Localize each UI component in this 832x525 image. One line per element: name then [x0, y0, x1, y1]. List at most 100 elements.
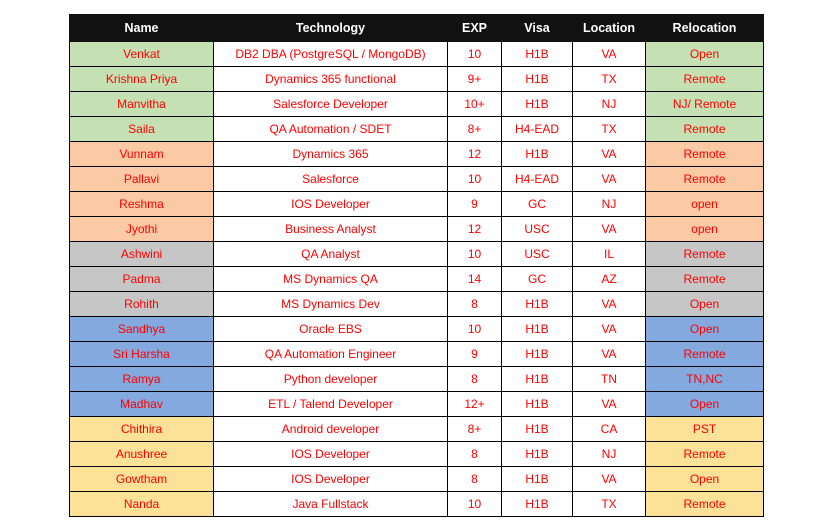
cell-location[interactable]: CA — [572, 416, 646, 442]
cell-name[interactable]: Madhav — [69, 391, 214, 417]
cell-location[interactable]: TX — [572, 116, 646, 142]
cell-exp[interactable]: 10 — [447, 316, 502, 342]
cell-location[interactable]: TX — [572, 66, 646, 92]
cell-technology[interactable]: Oracle EBS — [213, 316, 448, 342]
column-header-name[interactable]: Name — [69, 14, 214, 42]
cell-name[interactable]: Nanda — [69, 491, 214, 517]
table-row[interactable]: Ramya Python developer 8 H1B TN TN,NC — [69, 366, 764, 392]
column-header-technology[interactable]: Technology — [213, 14, 448, 42]
table-row[interactable]: Ashwini QA Analyst 10 USC IL Remote — [69, 241, 764, 267]
cell-relocation[interactable]: Remote — [645, 166, 764, 192]
table-row[interactable]: Sandhya Oracle EBS 10 H1B VA Open — [69, 316, 764, 342]
table-row[interactable]: Reshma IOS Developer 9 GC NJ open — [69, 191, 764, 217]
cell-technology[interactable]: QA Analyst — [213, 241, 448, 267]
table-row[interactable]: Padma MS Dynamics QA 14 GC AZ Remote — [69, 266, 764, 292]
cell-name[interactable]: Sandhya — [69, 316, 214, 342]
cell-exp[interactable]: 9 — [447, 341, 502, 367]
cell-visa[interactable]: H1B — [501, 441, 573, 467]
cell-visa[interactable]: H1B — [501, 416, 573, 442]
cell-name[interactable]: Jyothi — [69, 216, 214, 242]
cell-technology[interactable]: IOS Developer — [213, 441, 448, 467]
candidate-hotlist-table[interactable]: Name Technology EXP Visa Location Reloca… — [69, 14, 764, 517]
cell-exp[interactable]: 10 — [447, 241, 502, 267]
cell-visa[interactable]: H1B — [501, 291, 573, 317]
cell-visa[interactable]: USC — [501, 241, 573, 267]
cell-technology[interactable]: IOS Developer — [213, 466, 448, 492]
cell-relocation[interactable]: TN,NC — [645, 366, 764, 392]
cell-exp[interactable]: 14 — [447, 266, 502, 292]
cell-visa[interactable]: H1B — [501, 366, 573, 392]
table-row[interactable]: Krishna Priya Dynamics 365 functional 9+ H1… — [69, 66, 764, 92]
cell-relocation[interactable]: Remote — [645, 441, 764, 467]
cell-relocation[interactable]: Remote — [645, 341, 764, 367]
cell-exp[interactable]: 12+ — [447, 391, 502, 417]
cell-name[interactable]: Pallavi — [69, 166, 214, 192]
cell-technology[interactable]: QA Automation / SDET — [213, 116, 448, 142]
cell-name[interactable]: Manvitha — [69, 91, 214, 117]
cell-technology[interactable]: Salesforce Developer — [213, 91, 448, 117]
cell-relocation[interactable]: PST — [645, 416, 764, 442]
cell-location[interactable]: VA — [572, 316, 646, 342]
cell-location[interactable]: VA — [572, 41, 646, 67]
cell-exp[interactable]: 10 — [447, 491, 502, 517]
cell-technology[interactable]: IOS Developer — [213, 191, 448, 217]
table-row[interactable]: Manvitha Salesforce Developer 10+ H1B NJ NJ/ … — [69, 91, 764, 117]
cell-technology[interactable]: Salesforce — [213, 166, 448, 192]
cell-name[interactable]: Reshma — [69, 191, 214, 217]
cell-exp[interactable]: 8 — [447, 291, 502, 317]
cell-relocation[interactable]: Open — [645, 316, 764, 342]
cell-location[interactable]: VA — [572, 391, 646, 417]
cell-exp[interactable]: 10+ — [447, 91, 502, 117]
cell-name[interactable]: Ashwini — [69, 241, 214, 267]
cell-location[interactable]: TX — [572, 491, 646, 517]
cell-visa[interactable]: H4-EAD — [501, 166, 573, 192]
cell-exp[interactable]: 8 — [447, 441, 502, 467]
cell-name[interactable]: Padma — [69, 266, 214, 292]
column-header-exp[interactable]: EXP — [447, 14, 502, 42]
column-header-location[interactable]: Location — [572, 14, 646, 42]
cell-name[interactable]: Ramya — [69, 366, 214, 392]
cell-technology[interactable]: Business Analyst — [213, 216, 448, 242]
cell-technology[interactable]: DB2 DBA (PostgreSQL / MongoDB) — [213, 41, 448, 67]
cell-technology[interactable]: Python developer — [213, 366, 448, 392]
cell-relocation[interactable]: Remote — [645, 241, 764, 267]
cell-location[interactable]: VA — [572, 166, 646, 192]
cell-relocation[interactable]: Remote — [645, 116, 764, 142]
table-row[interactable]: Anushree IOS Developer 8 H1B NJ Remote — [69, 441, 764, 467]
cell-technology[interactable]: Dynamics 365 — [213, 141, 448, 167]
cell-technology[interactable]: MS Dynamics QA — [213, 266, 448, 292]
cell-relocation[interactable]: Remote — [645, 66, 764, 92]
cell-visa[interactable]: GC — [501, 191, 573, 217]
cell-name[interactable]: Anushree — [69, 441, 214, 467]
cell-visa[interactable]: H1B — [501, 341, 573, 367]
cell-exp[interactable]: 10 — [447, 41, 502, 67]
cell-location[interactable]: VA — [572, 216, 646, 242]
column-header-relocation[interactable]: Relocation — [645, 14, 764, 42]
cell-location[interactable]: NJ — [572, 91, 646, 117]
cell-location[interactable]: IL — [572, 241, 646, 267]
cell-exp[interactable]: 12 — [447, 141, 502, 167]
cell-relocation[interactable]: open — [645, 191, 764, 217]
cell-location[interactable]: VA — [572, 341, 646, 367]
table-row[interactable]: Rohith MS Dynamics Dev 8 H1B VA Open — [69, 291, 764, 317]
cell-visa[interactable]: H1B — [501, 91, 573, 117]
cell-relocation[interactable]: NJ/ Remote — [645, 91, 764, 117]
cell-technology[interactable]: MS Dynamics Dev — [213, 291, 448, 317]
table-row[interactable]: Jyothi Business Analyst 12 USC VA open — [69, 216, 764, 242]
cell-relocation[interactable]: Open — [645, 291, 764, 317]
cell-exp[interactable]: 8+ — [447, 116, 502, 142]
cell-visa[interactable]: USC — [501, 216, 573, 242]
cell-location[interactable]: AZ — [572, 266, 646, 292]
table-row[interactable]: Pallavi Salesforce 10 H4-EAD VA Remote — [69, 166, 764, 192]
table-row[interactable]: Madhav ETL / Talend Developer 12+ H1B VA Open — [69, 391, 764, 417]
cell-location[interactable]: VA — [572, 141, 646, 167]
cell-visa[interactable]: H1B — [501, 491, 573, 517]
cell-technology[interactable]: Java Fullstack — [213, 491, 448, 517]
table-row[interactable]: Saila QA Automation / SDET 8+ H4-EAD TX Remot… — [69, 116, 764, 142]
cell-technology[interactable]: Dynamics 365 functional — [213, 66, 448, 92]
cell-relocation[interactable]: Open — [645, 41, 764, 67]
cell-name[interactable]: Krishna Priya — [69, 66, 214, 92]
cell-visa[interactable]: H1B — [501, 141, 573, 167]
cell-name[interactable]: Saila — [69, 116, 214, 142]
cell-location[interactable]: VA — [572, 291, 646, 317]
